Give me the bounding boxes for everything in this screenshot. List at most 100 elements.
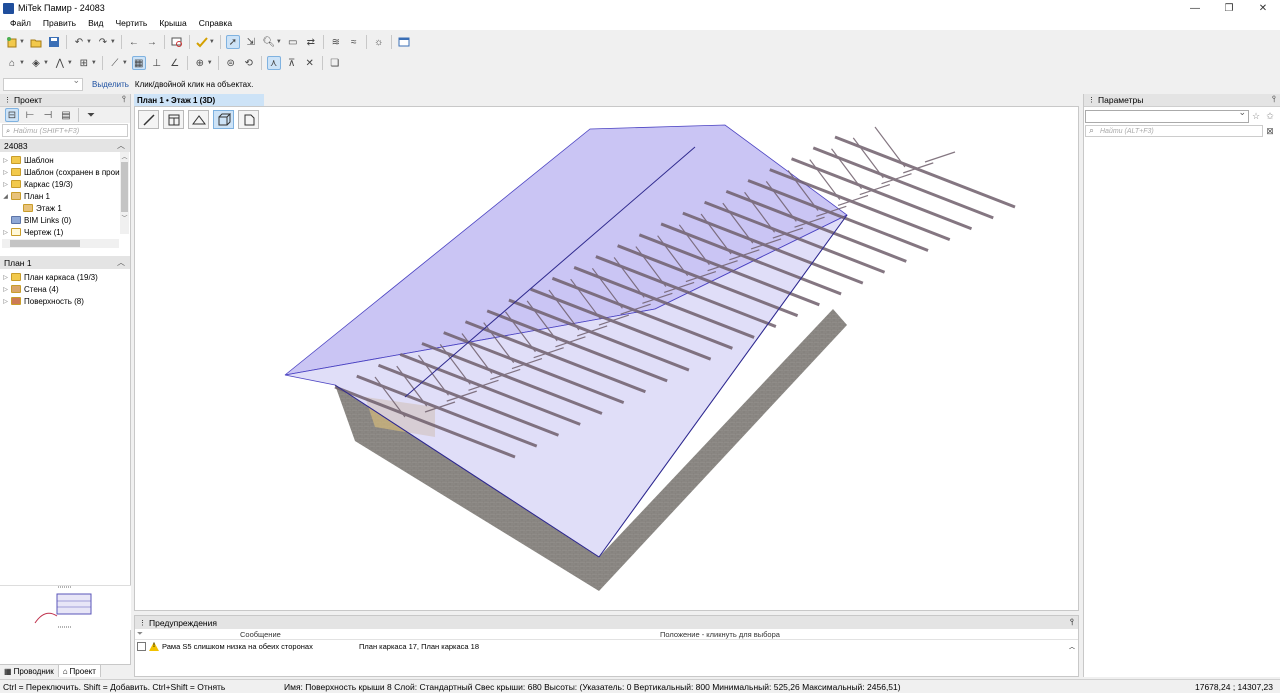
angle-icon[interactable]: ∠	[168, 56, 182, 70]
star-icon[interactable]: ☆	[1249, 111, 1263, 122]
restore-button[interactable]: ❐	[1212, 0, 1246, 16]
truss-tool-icon[interactable]: ⋀	[53, 56, 67, 70]
tab-explorer[interactable]: ▦ Проводник	[0, 665, 59, 677]
window-icon[interactable]	[397, 35, 411, 49]
clear-search-icon[interactable]: ⊠	[1263, 126, 1277, 137]
roof-split-icon[interactable]: ⊼	[285, 56, 299, 70]
roof-tools-icon[interactable]: ✕	[303, 56, 317, 70]
roof-edit-icon[interactable]: ⋏	[266, 56, 281, 70]
tree-item[interactable]: ▷ Шаблон	[0, 154, 130, 166]
roof-tool-icon[interactable]: ⌂	[5, 56, 19, 70]
expander-icon[interactable]: ◢	[2, 193, 9, 200]
tree-item[interactable]: ▷ Стена (4)	[0, 283, 130, 295]
tab-project[interactable]: ⌂ Проект	[58, 665, 101, 677]
select-pointer-icon[interactable]: ➚	[225, 35, 240, 49]
new-file-icon[interactable]	[5, 35, 19, 49]
view-swap-icon[interactable]: ⇄	[304, 35, 318, 49]
pin-icon[interactable]: ⫯	[122, 94, 126, 105]
save-icon[interactable]	[47, 35, 61, 49]
folder-view-icon[interactable]: ▤	[59, 108, 73, 122]
undo-icon[interactable]: ↶	[72, 35, 86, 49]
project-tree-hscrollbar[interactable]	[2, 239, 119, 248]
project-search-input[interactable]: ⌕ Найти (SHIFT+F3)	[2, 124, 128, 137]
project-section-header[interactable]: 24083 ︿	[0, 139, 130, 152]
expander-icon[interactable]: ▷	[2, 274, 9, 281]
project-tree-scrollbar[interactable]: ︿ ﹀	[120, 152, 129, 234]
chevron-up-icon[interactable]: ︿	[117, 140, 125, 151]
open-folder-icon[interactable]	[29, 35, 43, 49]
back-arrow-icon[interactable]: ←	[127, 35, 141, 49]
tree-collapse-icon[interactable]: ⊣	[41, 108, 55, 122]
warning-location[interactable]: План каркаса 17, План каркаса 18	[359, 642, 479, 651]
params-search-input[interactable]: Найти (ALT+F3)	[1085, 125, 1263, 137]
grid-snap-icon[interactable]: ▦	[131, 56, 146, 70]
menu-draw[interactable]: Чертить	[109, 18, 153, 28]
frame-tool-icon[interactable]: ⊞	[77, 56, 91, 70]
filter-icon[interactable]: ⏷	[137, 629, 143, 639]
check-icon[interactable]	[195, 35, 209, 49]
view-draw-icon[interactable]	[138, 110, 159, 129]
mirror-icon[interactable]: ⊜	[224, 56, 238, 70]
tree-item[interactable]: ◢ План 1	[0, 190, 130, 202]
redo-icon[interactable]: ↷	[96, 35, 110, 49]
print-preview-icon[interactable]	[170, 35, 184, 49]
plan-section-header[interactable]: План 1 ︿	[0, 256, 130, 269]
object-snap-icon[interactable]: ⊕	[193, 56, 207, 70]
add-pointer-icon[interactable]: ⇲	[244, 35, 258, 49]
expander-icon[interactable]: ▷	[2, 169, 9, 176]
params-object-select[interactable]	[1085, 107, 1249, 123]
forward-arrow-icon[interactable]: →	[145, 35, 159, 49]
zoom-icon[interactable]: 🔍︎	[262, 35, 276, 49]
pin-icon[interactable]: ⫯	[1272, 94, 1276, 105]
menu-help[interactable]: Справка	[193, 18, 238, 28]
favorites-icon[interactable]: ✩	[1263, 111, 1277, 122]
menu-file[interactable]: Файл	[4, 18, 37, 28]
copy-view-icon[interactable]: ❏	[328, 56, 342, 70]
view-plan-icon[interactable]	[163, 110, 184, 129]
ortho-icon[interactable]: ⊥	[150, 56, 164, 70]
view-3d-icon[interactable]	[213, 110, 234, 129]
tree-item[interactable]: BIM Links (0)	[0, 214, 130, 226]
close-button[interactable]: ✕	[1246, 0, 1280, 16]
menu-edit[interactable]: Править	[37, 18, 82, 28]
expander-icon[interactable]: ▷	[2, 286, 9, 293]
viewport-tab[interactable]: План 1 • Этаж 1 (3D)	[134, 94, 264, 106]
filter-icon[interactable]: ⏷	[84, 108, 98, 122]
rotate-icon[interactable]: ⟲	[242, 56, 256, 70]
tree-item[interactable]: ▷ План каркаса (19/3)	[0, 271, 130, 283]
pin-icon[interactable]: ⫯	[1070, 617, 1074, 628]
selection-filter-combo[interactable]	[3, 75, 83, 91]
view-truss-icon[interactable]	[188, 110, 209, 129]
dimension-icon[interactable]: ⟋	[108, 56, 122, 70]
column-message[interactable]: Сообщение	[240, 630, 281, 639]
tree-view-icon[interactable]: ⊟	[5, 108, 19, 122]
warning-row[interactable]: Рама S5 слишком низка на обеих сторонах П…	[135, 640, 1078, 652]
select-action-link[interactable]: Выделить	[92, 80, 129, 89]
roof-3d-model[interactable]	[135, 107, 1079, 611]
expand-icon[interactable]: ︿	[1069, 642, 1075, 651]
sun-icon[interactable]: ☼	[372, 35, 386, 49]
warning-checkbox[interactable]	[137, 641, 146, 651]
tree-item[interactable]: ▷ Чертеж (1)	[0, 226, 130, 238]
surface-tool-icon[interactable]: ◈	[29, 56, 43, 70]
expander-icon[interactable]: ▷	[2, 181, 9, 188]
view-sheet-icon[interactable]	[238, 110, 259, 129]
tree-expand-icon[interactable]: ⊢	[23, 108, 37, 122]
minimize-button[interactable]: —	[1178, 0, 1212, 16]
measure-icon[interactable]: ▭	[286, 35, 300, 49]
menu-view[interactable]: Вид	[82, 18, 109, 28]
layers-icon[interactable]: ≋	[329, 35, 343, 49]
tree-item[interactable]: Этаж 1	[0, 202, 130, 214]
expander-icon[interactable]: ▷	[2, 229, 9, 236]
minimap[interactable]	[0, 585, 131, 630]
column-location[interactable]: Положение - кликнуть для выбора	[660, 630, 780, 639]
expander-icon[interactable]: ▷	[2, 157, 9, 164]
tree-item[interactable]: ▷ Каркас (19/3)	[0, 178, 130, 190]
expander-icon[interactable]: ▷	[2, 298, 9, 305]
chevron-up-icon[interactable]: ︿	[117, 257, 125, 268]
menu-roof[interactable]: Крыша	[153, 18, 192, 28]
layers-edit-icon[interactable]: ≈	[347, 35, 361, 49]
3d-viewport[interactable]	[134, 106, 1079, 611]
tree-item[interactable]: ▷ Шаблон (сохранен в произв	[0, 166, 130, 178]
tree-item[interactable]: ▷ Поверхность (8)	[0, 295, 130, 307]
